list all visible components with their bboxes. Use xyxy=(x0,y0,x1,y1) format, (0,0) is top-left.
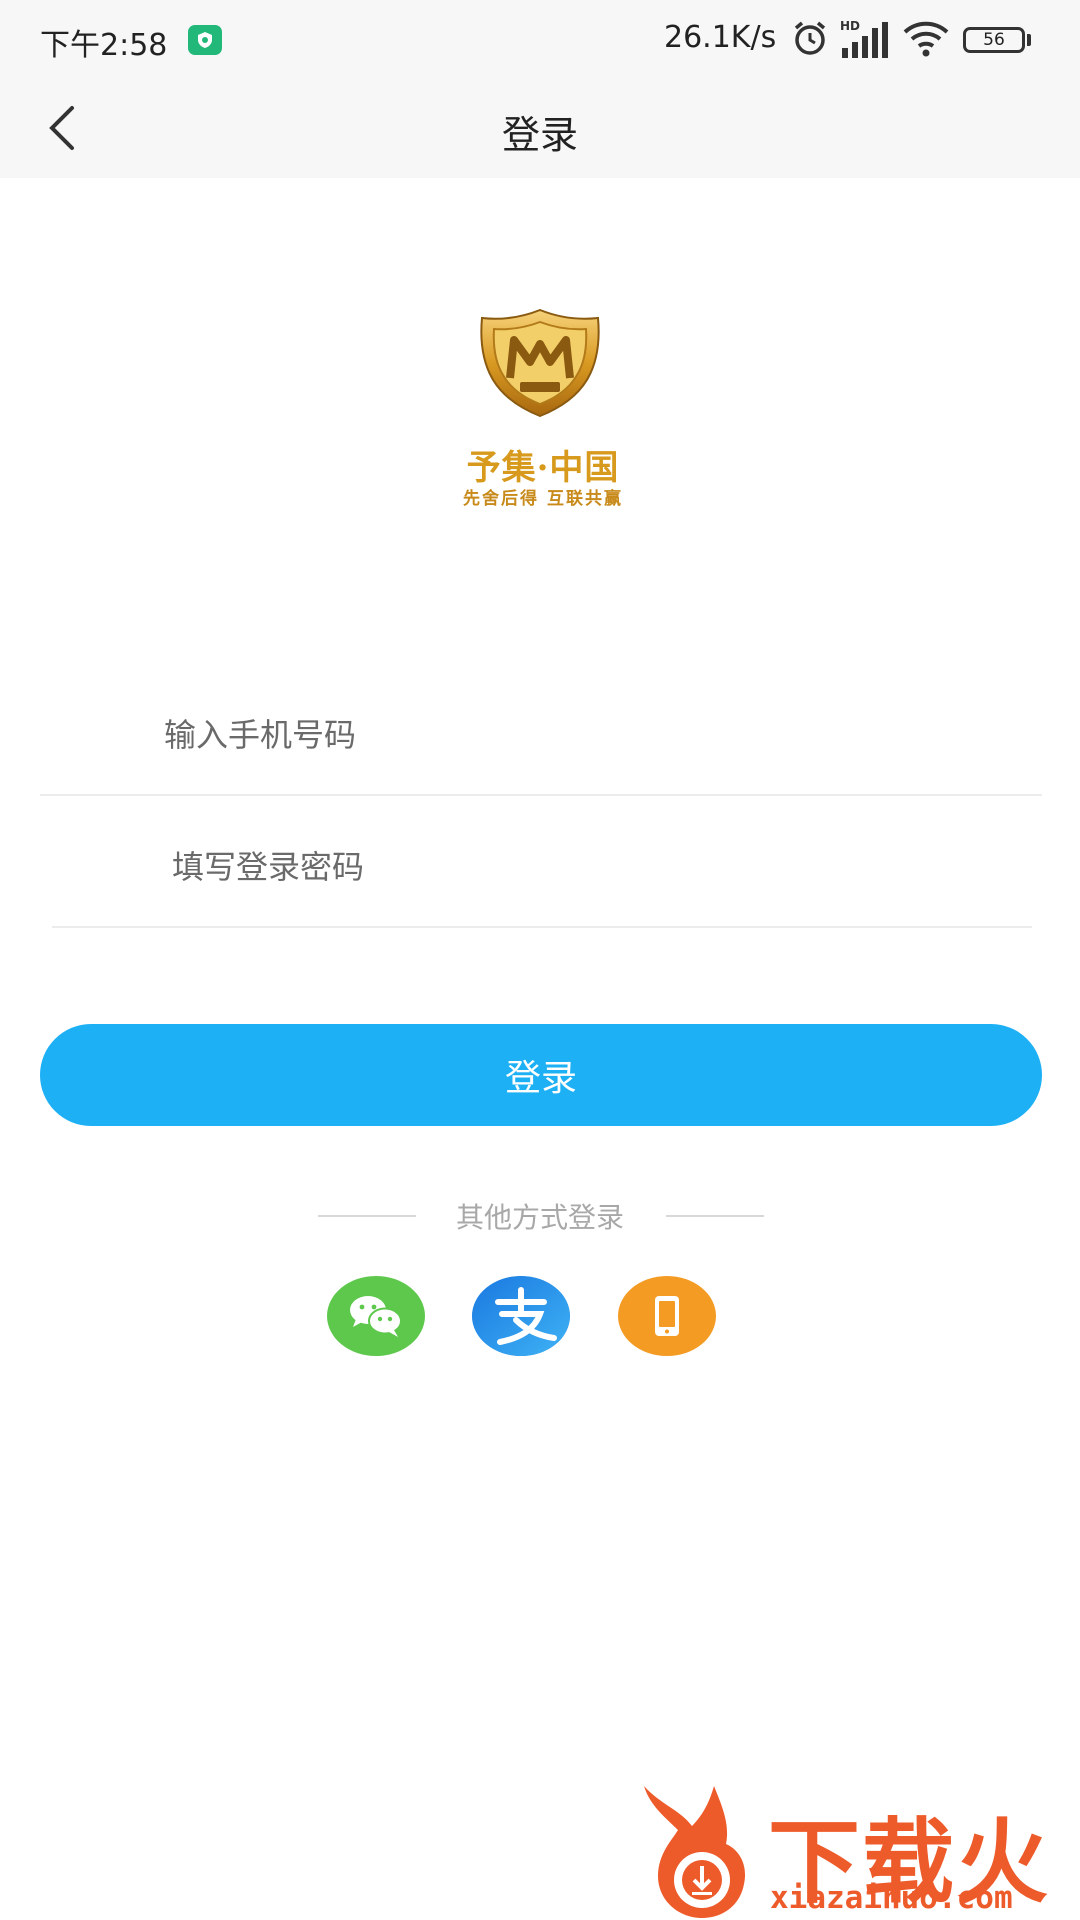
logo-slogan: 先舍后得 互联共赢 xyxy=(463,489,623,509)
phone-field xyxy=(40,676,1042,796)
nav-bar: 登录 xyxy=(0,78,1080,178)
login-button[interactable]: 登录 xyxy=(40,1024,1042,1126)
cellular-signal-icon: HD xyxy=(840,18,892,64)
shield-logo-icon xyxy=(480,308,600,418)
network-speed: 26.1K/s xyxy=(664,20,777,55)
phone-icon xyxy=(655,1296,679,1336)
password-field xyxy=(52,808,1032,928)
status-bar: 下午2:58 26.1K/s HD 56 xyxy=(0,0,1080,78)
wechat-icon xyxy=(350,1296,402,1337)
alipay-login-button[interactable] xyxy=(472,1276,570,1356)
divider-line-right xyxy=(666,1215,764,1217)
password-input[interactable] xyxy=(172,808,992,926)
status-time: 下午2:58 xyxy=(40,28,168,63)
phone-input[interactable] xyxy=(164,676,984,794)
phone-login-button[interactable] xyxy=(618,1276,716,1356)
other-login-divider: 其他方式登录 xyxy=(0,1196,1080,1236)
battery-indicator: 56 xyxy=(963,27,1025,53)
wechat-login-button[interactable] xyxy=(327,1276,425,1356)
logo-title: 予集·中国 xyxy=(466,448,620,488)
other-login-label: 其他方式登录 xyxy=(455,1201,624,1234)
signal-hd-label: HD xyxy=(840,19,860,33)
page-title: 登录 xyxy=(501,113,578,157)
alarm-icon xyxy=(790,18,830,62)
alipay-icon xyxy=(472,1276,570,1356)
watermark-url: xiazaihuo.com xyxy=(770,1880,1013,1916)
battery-tip xyxy=(1027,34,1031,46)
shield-icon xyxy=(188,25,222,55)
wifi-icon xyxy=(902,18,950,62)
